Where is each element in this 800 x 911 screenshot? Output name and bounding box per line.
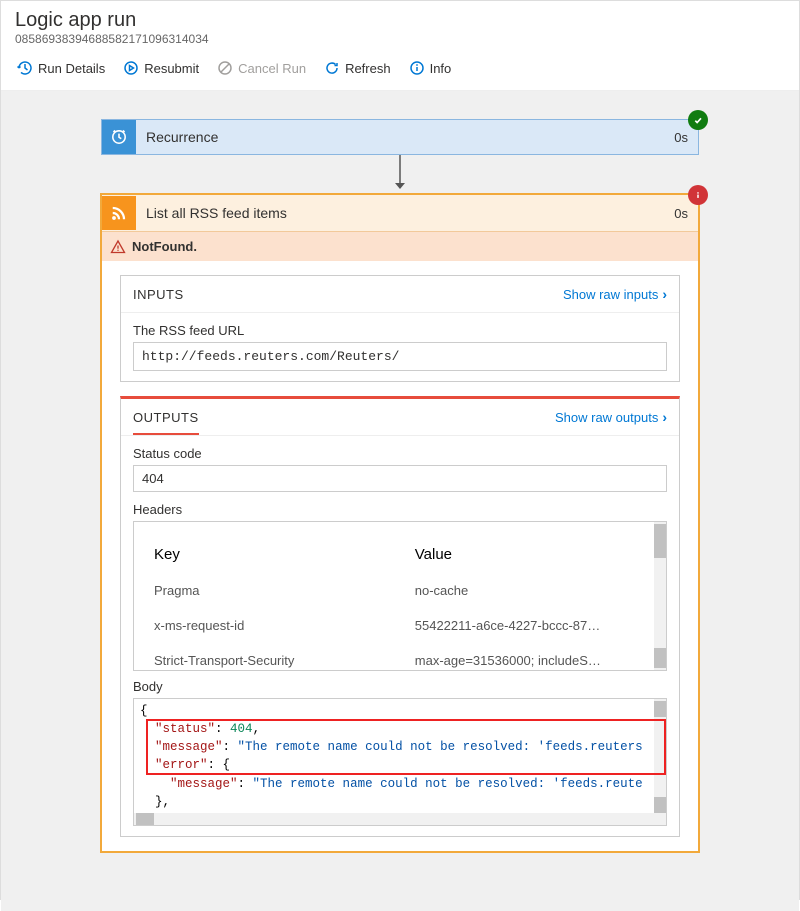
- step-error-row: NotFound.: [102, 231, 698, 261]
- rss-icon: [102, 196, 136, 230]
- inputs-title: INPUTS: [133, 287, 184, 302]
- status-success-icon: [688, 110, 708, 130]
- step-rss-duration: 0s: [664, 206, 698, 221]
- cancel-run-button: Cancel Run: [211, 56, 312, 80]
- refresh-button[interactable]: Refresh: [318, 56, 397, 80]
- step-rss-label: List all RSS feed items: [136, 205, 664, 221]
- show-raw-inputs-link[interactable]: Show raw inputs›: [563, 286, 667, 302]
- resubmit-button[interactable]: Resubmit: [117, 56, 205, 80]
- history-icon: [17, 60, 33, 76]
- scrollbar-horizontal[interactable]: ›: [134, 813, 654, 825]
- toolbar: Run Details Resubmit Cancel Run Refresh …: [1, 50, 799, 91]
- designer-canvas: Recurrence 0s List all RSS feed items: [1, 91, 799, 911]
- headers-col-value: Value: [415, 546, 646, 563]
- header-row: Strict-Transport-Security max-age=315360…: [154, 643, 646, 671]
- header-row: x-ms-request-id 55422211-a6ce-4227-bccc-…: [154, 608, 646, 643]
- cancel-icon: [217, 60, 233, 76]
- run-details-button[interactable]: Run Details: [11, 56, 111, 80]
- step-recurrence[interactable]: Recurrence 0s: [101, 119, 699, 155]
- header-row: Pragma no-cache: [154, 573, 646, 608]
- step-error-text: NotFound.: [132, 239, 197, 254]
- info-icon: [409, 60, 425, 76]
- inputs-feed-value[interactable]: http://feeds.reuters.com/Reuters/: [133, 342, 667, 371]
- step-recurrence-duration: 0s: [664, 130, 698, 145]
- body-json[interactable]: › { "status": 404, "message": "The remot…: [133, 698, 667, 826]
- refresh-icon: [324, 60, 340, 76]
- scrollbar-vertical[interactable]: [654, 522, 666, 670]
- page-title: Logic app run: [15, 9, 785, 32]
- body-label: Body: [133, 679, 667, 694]
- outputs-title: OUTPUTS: [133, 410, 199, 425]
- resubmit-icon: [123, 60, 139, 76]
- scrollbar-vertical[interactable]: [654, 699, 666, 825]
- step-recurrence-label: Recurrence: [136, 129, 664, 145]
- run-id: 08586938394688582171096314034: [15, 32, 785, 46]
- inputs-panel: INPUTS Show raw inputs› The RSS feed URL…: [120, 275, 680, 382]
- show-raw-outputs-link[interactable]: Show raw outputs›: [555, 409, 667, 425]
- chevron-right-icon: ›: [662, 409, 667, 425]
- step-rss[interactable]: List all RSS feed items 0s NotFound. INP…: [100, 193, 700, 853]
- status-code-label: Status code: [133, 446, 667, 461]
- clock-icon: [102, 120, 136, 154]
- chevron-right-icon: ›: [662, 286, 667, 302]
- headers-table[interactable]: Key Value Pragma no-cache x-ms-request-i…: [133, 521, 667, 671]
- headers-label: Headers: [133, 502, 667, 517]
- outputs-panel: OUTPUTS Show raw outputs› Status code 40…: [120, 396, 680, 837]
- body-json-content: { "status": 404, "message": "The remote …: [134, 699, 666, 826]
- status-code-value[interactable]: 404: [133, 465, 667, 492]
- headers-col-key: Key: [154, 546, 180, 563]
- warning-icon: [110, 239, 126, 255]
- inputs-feed-label: The RSS feed URL: [133, 323, 667, 338]
- flow-connector: [390, 155, 410, 193]
- info-button[interactable]: Info: [403, 56, 458, 80]
- status-error-icon: [688, 185, 708, 205]
